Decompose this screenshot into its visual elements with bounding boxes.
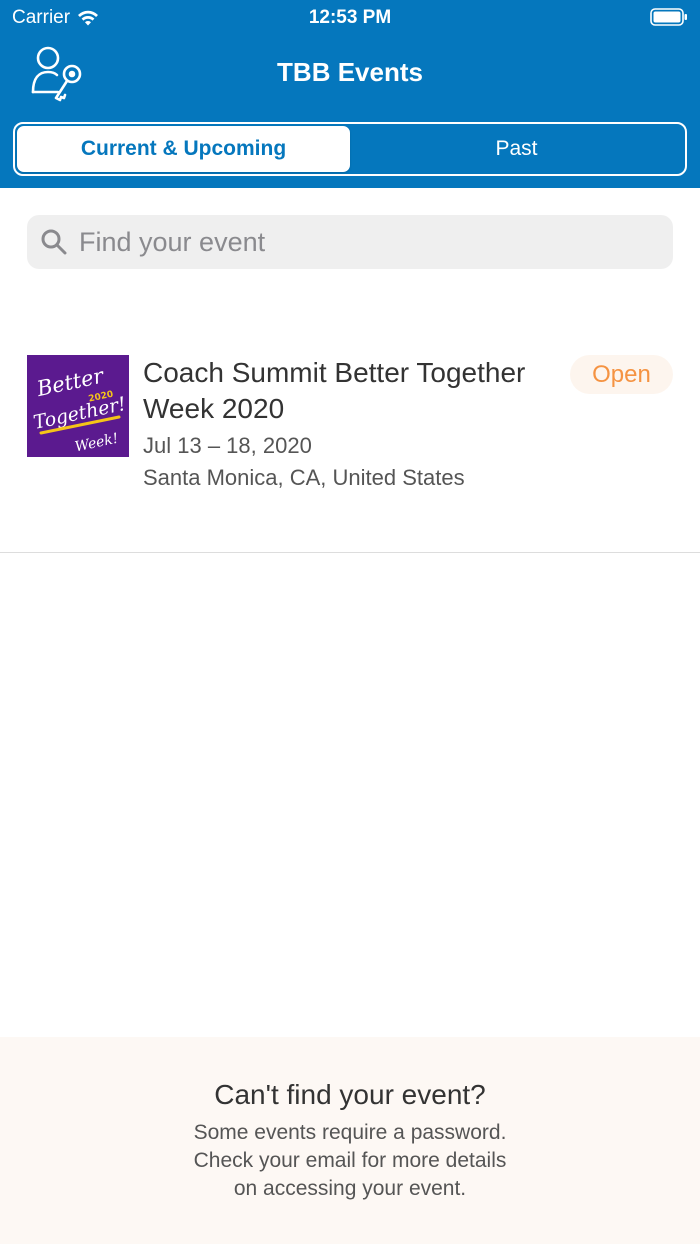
- event-location: Santa Monica, CA, United States: [143, 465, 465, 490]
- footer-line-2: Check your email for more details: [193, 1149, 507, 1172]
- battery-icon: [650, 8, 687, 26]
- search-icon: [41, 229, 67, 255]
- app-header: Carrier 12:53 PM TBB Events Current & Up…: [0, 0, 700, 188]
- status-bar: Carrier 12:53 PM: [0, 0, 700, 36]
- event-thumbnail: Better 2020 Together! Week!: [27, 355, 129, 457]
- tab-past[interactable]: Past: [350, 126, 683, 172]
- footer-title: Can't find your event?: [214, 1079, 486, 1110]
- status-badge: Open: [570, 355, 673, 394]
- event-tabs: Current & Upcoming Past: [13, 122, 687, 176]
- tab-current-upcoming[interactable]: Current & Upcoming: [17, 126, 350, 172]
- search-bar[interactable]: [27, 215, 673, 269]
- event-logo: Better 2020 Together! Week!: [27, 355, 129, 457]
- search-input[interactable]: [79, 226, 659, 258]
- event-title: Coach Summit Better Together Week 2020: [143, 357, 526, 424]
- footer-line-1: Some events require a password.: [193, 1121, 507, 1144]
- footer-line-3: on accessing your event.: [233, 1177, 467, 1200]
- event-list-item[interactable]: Better 2020 Together! Week! Coach Summit…: [0, 335, 700, 553]
- page-title: TBB Events: [277, 57, 423, 87]
- help-footer: Can't find your event? Some events requi…: [0, 1037, 700, 1244]
- status-time: 12:53 PM: [308, 7, 392, 28]
- nav-bar: TBB Events: [0, 36, 700, 116]
- event-date: Jul 13 – 18, 2020: [143, 433, 312, 458]
